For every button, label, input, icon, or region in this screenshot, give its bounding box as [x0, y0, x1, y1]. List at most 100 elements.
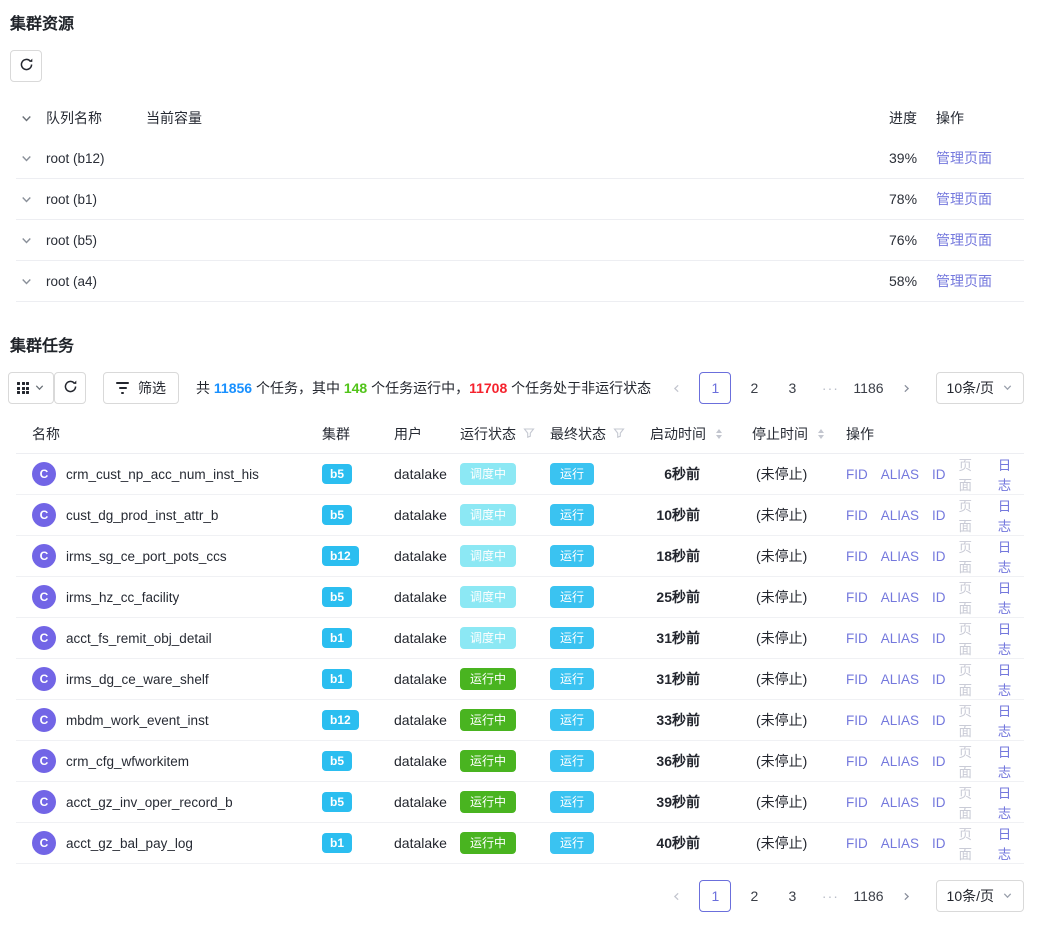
page-button-last[interactable]: 1186 [853, 881, 883, 911]
id-link[interactable]: ID [932, 508, 946, 523]
queue-table: 队列名称 当前容量 进度 操作 root (b12) 39% 管理页面 root… [16, 98, 1024, 302]
filter-button[interactable]: 筛选 [103, 372, 179, 404]
chevron-down-icon[interactable] [16, 234, 46, 247]
filter-button-label: 筛选 [138, 378, 166, 398]
action-header: 操作 [936, 108, 1024, 128]
run-status-badge: 调度中 [460, 586, 516, 608]
stop-time: (未停止) [736, 546, 846, 566]
page-button-3[interactable]: 3 [777, 881, 807, 911]
log-link[interactable]: 日志 [998, 823, 1024, 863]
final-status-badge: 运行 [550, 463, 594, 485]
manage-page-link[interactable]: 管理页面 [936, 273, 992, 289]
page-button-2[interactable]: 2 [739, 881, 769, 911]
page-size-select[interactable]: 10条/页 [936, 372, 1024, 404]
page-size-value: 10条/页 [947, 886, 994, 906]
page-ellipsis[interactable]: ··· [815, 881, 845, 911]
log-link[interactable]: 日志 [998, 495, 1024, 535]
next-page-icon[interactable] [892, 373, 922, 403]
id-link[interactable]: ID [932, 672, 946, 687]
filter-funnel-icon[interactable] [613, 426, 625, 442]
log-link[interactable]: 日志 [998, 618, 1024, 658]
collapse-all-chevron-icon[interactable] [16, 112, 46, 125]
fid-link[interactable]: FID [846, 713, 868, 728]
page-link: 页面 [959, 659, 985, 699]
fid-link[interactable]: FID [846, 590, 868, 605]
alias-link[interactable]: ALIAS [881, 795, 919, 810]
queue-name-header: 队列名称 [46, 108, 146, 128]
alias-link[interactable]: ALIAS [881, 590, 919, 605]
fid-link[interactable]: FID [846, 467, 868, 482]
fid-link[interactable]: FID [846, 836, 868, 851]
fid-link[interactable]: FID [846, 508, 868, 523]
log-link[interactable]: 日志 [998, 536, 1024, 576]
queue-name: root (b1) [46, 192, 146, 207]
log-link[interactable]: 日志 [998, 782, 1024, 822]
chevron-down-icon[interactable] [16, 152, 46, 165]
next-page-icon[interactable] [892, 881, 922, 911]
table-row: Cmbdm_work_event_inst b12 datalake 运行中 运… [16, 700, 1024, 741]
table-row: Cacct_fs_remit_obj_detail b1 datalake 调度… [16, 618, 1024, 659]
page-button-2[interactable]: 2 [739, 373, 769, 403]
alias-link[interactable]: ALIAS [881, 754, 919, 769]
fid-link[interactable]: FID [846, 795, 868, 810]
table-row: Cirms_dg_ce_ware_shelf b1 datalake 运行中 运… [16, 659, 1024, 700]
fid-link[interactable]: FID [846, 549, 868, 564]
alias-link[interactable]: ALIAS [881, 467, 919, 482]
fid-link[interactable]: FID [846, 631, 868, 646]
start-time: 33秒前 [644, 710, 736, 730]
tasks-refresh-button[interactable] [54, 372, 86, 404]
log-link[interactable]: 日志 [998, 454, 1024, 494]
log-link[interactable]: 日志 [998, 700, 1024, 740]
filter-funnel-icon[interactable] [523, 426, 535, 442]
id-link[interactable]: ID [932, 549, 946, 564]
page-button-last[interactable]: 1186 [853, 373, 883, 403]
id-link[interactable]: ID [932, 467, 946, 482]
table-row: Cacct_gz_bal_pay_log b1 datalake 运行中 运行 … [16, 823, 1024, 864]
avatar: C [32, 831, 56, 855]
log-link[interactable]: 日志 [998, 659, 1024, 699]
resources-refresh-button[interactable] [10, 50, 42, 82]
id-link[interactable]: ID [932, 754, 946, 769]
page-ellipsis[interactable]: ··· [815, 373, 845, 403]
manage-page-link[interactable]: 管理页面 [936, 150, 992, 166]
grid-icon [17, 382, 29, 394]
manage-page-link[interactable]: 管理页面 [936, 191, 992, 207]
id-link[interactable]: ID [932, 795, 946, 810]
fid-link[interactable]: FID [846, 754, 868, 769]
id-link[interactable]: ID [932, 590, 946, 605]
queue-row: root (b12) 39% 管理页面 [16, 138, 1024, 179]
alias-link[interactable]: ALIAS [881, 508, 919, 523]
alias-link[interactable]: ALIAS [881, 836, 919, 851]
sorter-icon[interactable] [716, 429, 722, 439]
chevron-down-icon[interactable] [16, 193, 46, 206]
task-name: crm_cfg_wfworkitem [66, 754, 189, 769]
start-time: 36秒前 [644, 751, 736, 771]
queue-name: root (a4) [46, 274, 146, 289]
log-link[interactable]: 日志 [998, 741, 1024, 781]
cluster-tag: b1 [322, 628, 352, 648]
stop-time: (未停止) [736, 833, 846, 853]
final-status-badge: 运行 [550, 586, 594, 608]
start-time: 31秒前 [644, 628, 736, 648]
alias-link[interactable]: ALIAS [881, 713, 919, 728]
id-link[interactable]: ID [932, 713, 946, 728]
manage-page-link[interactable]: 管理页面 [936, 232, 992, 248]
alias-link[interactable]: ALIAS [881, 631, 919, 646]
fid-link[interactable]: FID [846, 672, 868, 687]
page-link: 页面 [959, 782, 985, 822]
id-link[interactable]: ID [932, 631, 946, 646]
alias-link[interactable]: ALIAS [881, 549, 919, 564]
final-status-badge: 运行 [550, 750, 594, 772]
columns-grid-dropdown-button[interactable] [8, 372, 54, 404]
progress-value: 39% [889, 150, 936, 166]
sorter-icon[interactable] [818, 429, 824, 439]
page-button-1[interactable]: 1 [699, 372, 731, 404]
page-button-1[interactable]: 1 [699, 880, 731, 912]
page-size-select[interactable]: 10条/页 [936, 880, 1024, 912]
alias-link[interactable]: ALIAS [881, 672, 919, 687]
table-row: Cirms_sg_ce_port_pots_ccs b12 datalake 调… [16, 536, 1024, 577]
page-button-3[interactable]: 3 [777, 373, 807, 403]
id-link[interactable]: ID [932, 836, 946, 851]
chevron-down-icon[interactable] [16, 275, 46, 288]
log-link[interactable]: 日志 [998, 577, 1024, 617]
